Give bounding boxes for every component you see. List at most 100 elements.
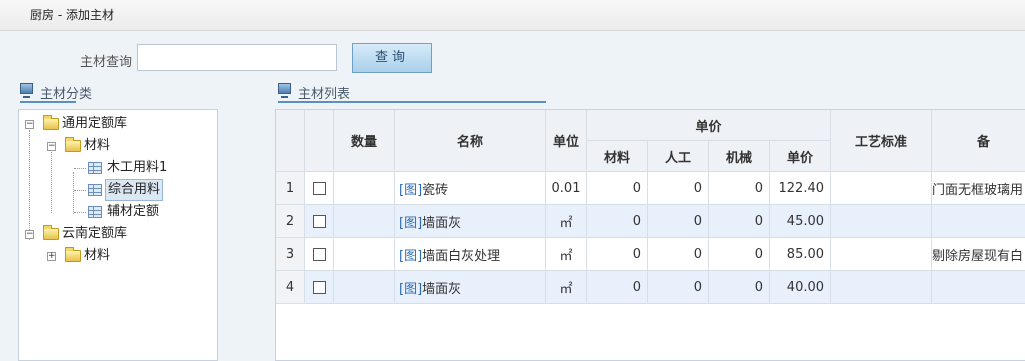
row-checkbox[interactable]	[312, 280, 326, 294]
remark-cell	[931, 204, 1025, 238]
column-header-standard[interactable]: 工艺标准	[830, 110, 933, 172]
select-all-header	[304, 110, 334, 172]
table-row[interactable]: 4 [图]墙面灰 ㎡ 0 0 0 40.00	[276, 270, 1025, 304]
qty-cell[interactable]	[333, 270, 395, 304]
column-header-unit[interactable]: 单位	[545, 110, 587, 172]
unit-cell: ㎡	[545, 204, 587, 238]
column-header-remark[interactable]: 备	[931, 110, 1025, 172]
row-checkbox[interactable]	[312, 181, 326, 195]
name-cell: [图]墙面白灰处理	[394, 237, 546, 271]
folder-icon	[43, 115, 59, 130]
tree-node-carpentry[interactable]: 木工用料1	[19, 158, 217, 178]
tree-node-label: 木工用料1	[107, 160, 168, 175]
standard-cell	[830, 270, 933, 304]
name-cell: [图]墙面灰	[394, 204, 546, 238]
unit-price-cell: 45.00	[768, 204, 832, 238]
row-checkbox-cell	[304, 270, 334, 304]
unit-cell: ㎡	[545, 237, 587, 271]
expand-icon[interactable]: +	[47, 252, 56, 261]
row-number: 3	[276, 237, 305, 271]
tree-node-label: 通用定额库	[62, 116, 128, 131]
list-panel-title: 主材列表	[298, 87, 351, 102]
row-checkbox-cell	[304, 204, 334, 238]
machine-cost-cell: 0	[708, 204, 770, 238]
tree-node-label: 材料	[84, 138, 111, 153]
image-link[interactable]: [图]	[399, 216, 422, 231]
table-icon	[88, 184, 102, 196]
category-tree: − 通用定额库 − 材料 木工用料1 综合用料 辅材定额 − 云南定额库 + 材…	[18, 109, 218, 361]
name-cell: [图]墙面灰	[394, 270, 546, 304]
computer-icon	[20, 83, 33, 98]
tree-node-auxiliary[interactable]: 辅材定额	[19, 202, 217, 222]
panel-underline	[278, 101, 546, 103]
unit-price-cell: 85.00	[768, 237, 832, 271]
row-number-header	[276, 110, 305, 172]
list-panel-header: 主材列表	[278, 80, 578, 103]
remark-cell	[931, 270, 1025, 304]
material-table-container: 数量 名称 单位 单价 工艺标准 备 材料 人工 机械 单价 1 [图]瓷砖 0…	[275, 109, 1025, 361]
remark-cell: 门面无框玻璃用	[931, 171, 1025, 205]
image-link[interactable]: [图]	[399, 183, 422, 198]
name-cell: [图]瓷砖	[394, 171, 546, 205]
qty-cell[interactable]	[333, 237, 395, 271]
material-name: 墙面白灰处理	[422, 248, 501, 264]
tree-node-label: 云南定额库	[62, 226, 128, 241]
row-checkbox[interactable]	[312, 214, 326, 228]
column-header-labor[interactable]: 人工	[647, 140, 709, 172]
machine-cost-cell: 0	[708, 171, 770, 205]
collapse-icon[interactable]: −	[47, 142, 56, 151]
folder-icon	[43, 225, 59, 240]
image-link[interactable]: [图]	[399, 282, 422, 297]
collapse-icon[interactable]: −	[25, 120, 34, 129]
remark-cell: 剔除房屋现有白	[931, 237, 1025, 271]
table-icon	[88, 162, 102, 174]
standard-cell	[830, 204, 933, 238]
column-header-material[interactable]: 材料	[586, 140, 648, 172]
qty-cell[interactable]	[333, 204, 395, 238]
standard-cell	[830, 237, 933, 271]
search-input[interactable]	[137, 44, 337, 71]
column-header-qty[interactable]: 数量	[333, 110, 395, 172]
page-title: 厨房 - 添加主材	[30, 8, 114, 22]
tree-node-general-library[interactable]: − 通用定额库	[19, 114, 217, 134]
column-header-unit-price[interactable]: 单价	[768, 140, 832, 172]
tree-node-label: 辅材定额	[107, 204, 160, 219]
table-row[interactable]: 2 [图]墙面灰 ㎡ 0 0 0 45.00	[276, 204, 1025, 238]
labor-cost-cell: 0	[647, 204, 709, 238]
material-cost-cell: 0	[586, 270, 648, 304]
material-cost-cell: 0	[586, 204, 648, 238]
material-cost-cell: 0	[586, 237, 648, 271]
material-name: 瓷砖	[422, 182, 449, 198]
tree-node-yunnan-library[interactable]: − 云南定额库	[19, 224, 217, 244]
labor-cost-cell: 0	[647, 171, 709, 205]
search-button[interactable]: 查询	[352, 43, 432, 73]
title-bar: 厨房 - 添加主材	[0, 0, 1025, 31]
tree-node-yunnan-materials[interactable]: + 材料	[19, 246, 217, 266]
row-number: 2	[276, 204, 305, 238]
table-icon	[88, 206, 102, 218]
unit-cell: ㎡	[545, 270, 587, 304]
standard-cell	[830, 171, 933, 205]
material-name: 墙面灰	[422, 215, 462, 231]
tree-node-materials[interactable]: − 材料	[19, 136, 217, 156]
table-row[interactable]: 3 [图]墙面白灰处理 ㎡ 0 0 0 85.00 剔除房屋现有白	[276, 237, 1025, 271]
qty-cell[interactable]	[333, 171, 395, 205]
tree-node-label: 材料	[84, 248, 111, 263]
column-header-machine[interactable]: 机械	[708, 140, 770, 172]
panel-underline	[20, 101, 76, 103]
category-panel-header: 主材分类	[20, 80, 220, 103]
column-header-name[interactable]: 名称	[394, 110, 546, 172]
unit-cell: 0.01	[545, 171, 587, 205]
machine-cost-cell: 0	[708, 270, 770, 304]
row-checkbox[interactable]	[312, 247, 326, 261]
row-number: 1	[276, 171, 305, 205]
labor-cost-cell: 0	[647, 237, 709, 271]
tree-node-general-materials[interactable]: 综合用料	[19, 179, 217, 201]
category-panel-title: 主材分类	[40, 87, 93, 102]
material-cost-cell: 0	[586, 171, 648, 205]
collapse-icon[interactable]: −	[25, 230, 34, 239]
row-checkbox-cell	[304, 237, 334, 271]
search-label: 主材查询	[80, 55, 133, 70]
image-link[interactable]: [图]	[399, 249, 422, 264]
table-row[interactable]: 1 [图]瓷砖 0.01 0 0 0 122.40 门面无框玻璃用	[276, 171, 1025, 205]
